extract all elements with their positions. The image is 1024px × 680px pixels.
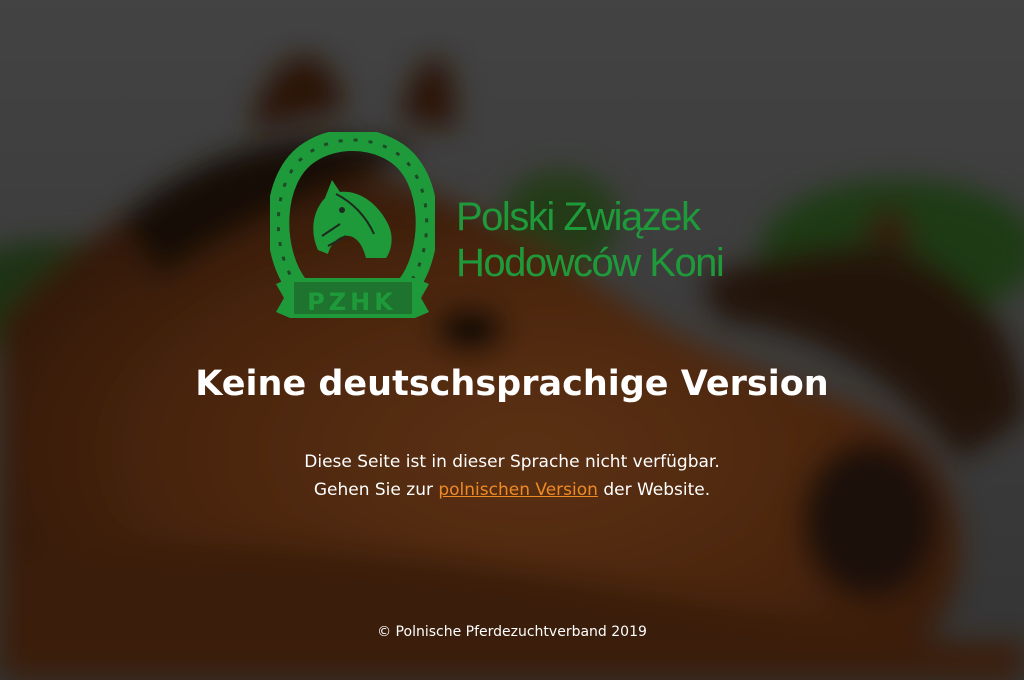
message-line-1: Diese Seite ist in dieser Sprache nicht … [304,452,720,472]
logo-org-name-line2: Hodowców Koni [456,241,725,285]
horseshoe-horse-logo-icon: PZHK [267,129,438,328]
dark-overlay [0,0,1024,680]
page-title: Keine deutschsprachige Version [195,364,829,404]
pzhk-logo: PZHK Polski Związek Hodowców Koni [267,129,760,332]
message-line-2-prefix: Gehen Sie zur [313,480,433,500]
logo-badge-text: PZHK [307,288,397,316]
message-line-2: Gehen Sie zur polnischen Version der Web… [0,476,1024,504]
logo-org-name-line1: Polski Związek [456,195,701,239]
message-line-2-suffix: der Website. [603,480,711,500]
unavailable-message: Diese Seite ist in dieser Sprache nicht … [0,448,1024,504]
footer-copyright: © Polnische Pferdezuchtverband 2019 [377,624,647,640]
logo-org-name: Polski Związek Hodowców Koni [456,194,725,286]
polish-version-link[interactable]: polnischen Version [438,480,598,500]
